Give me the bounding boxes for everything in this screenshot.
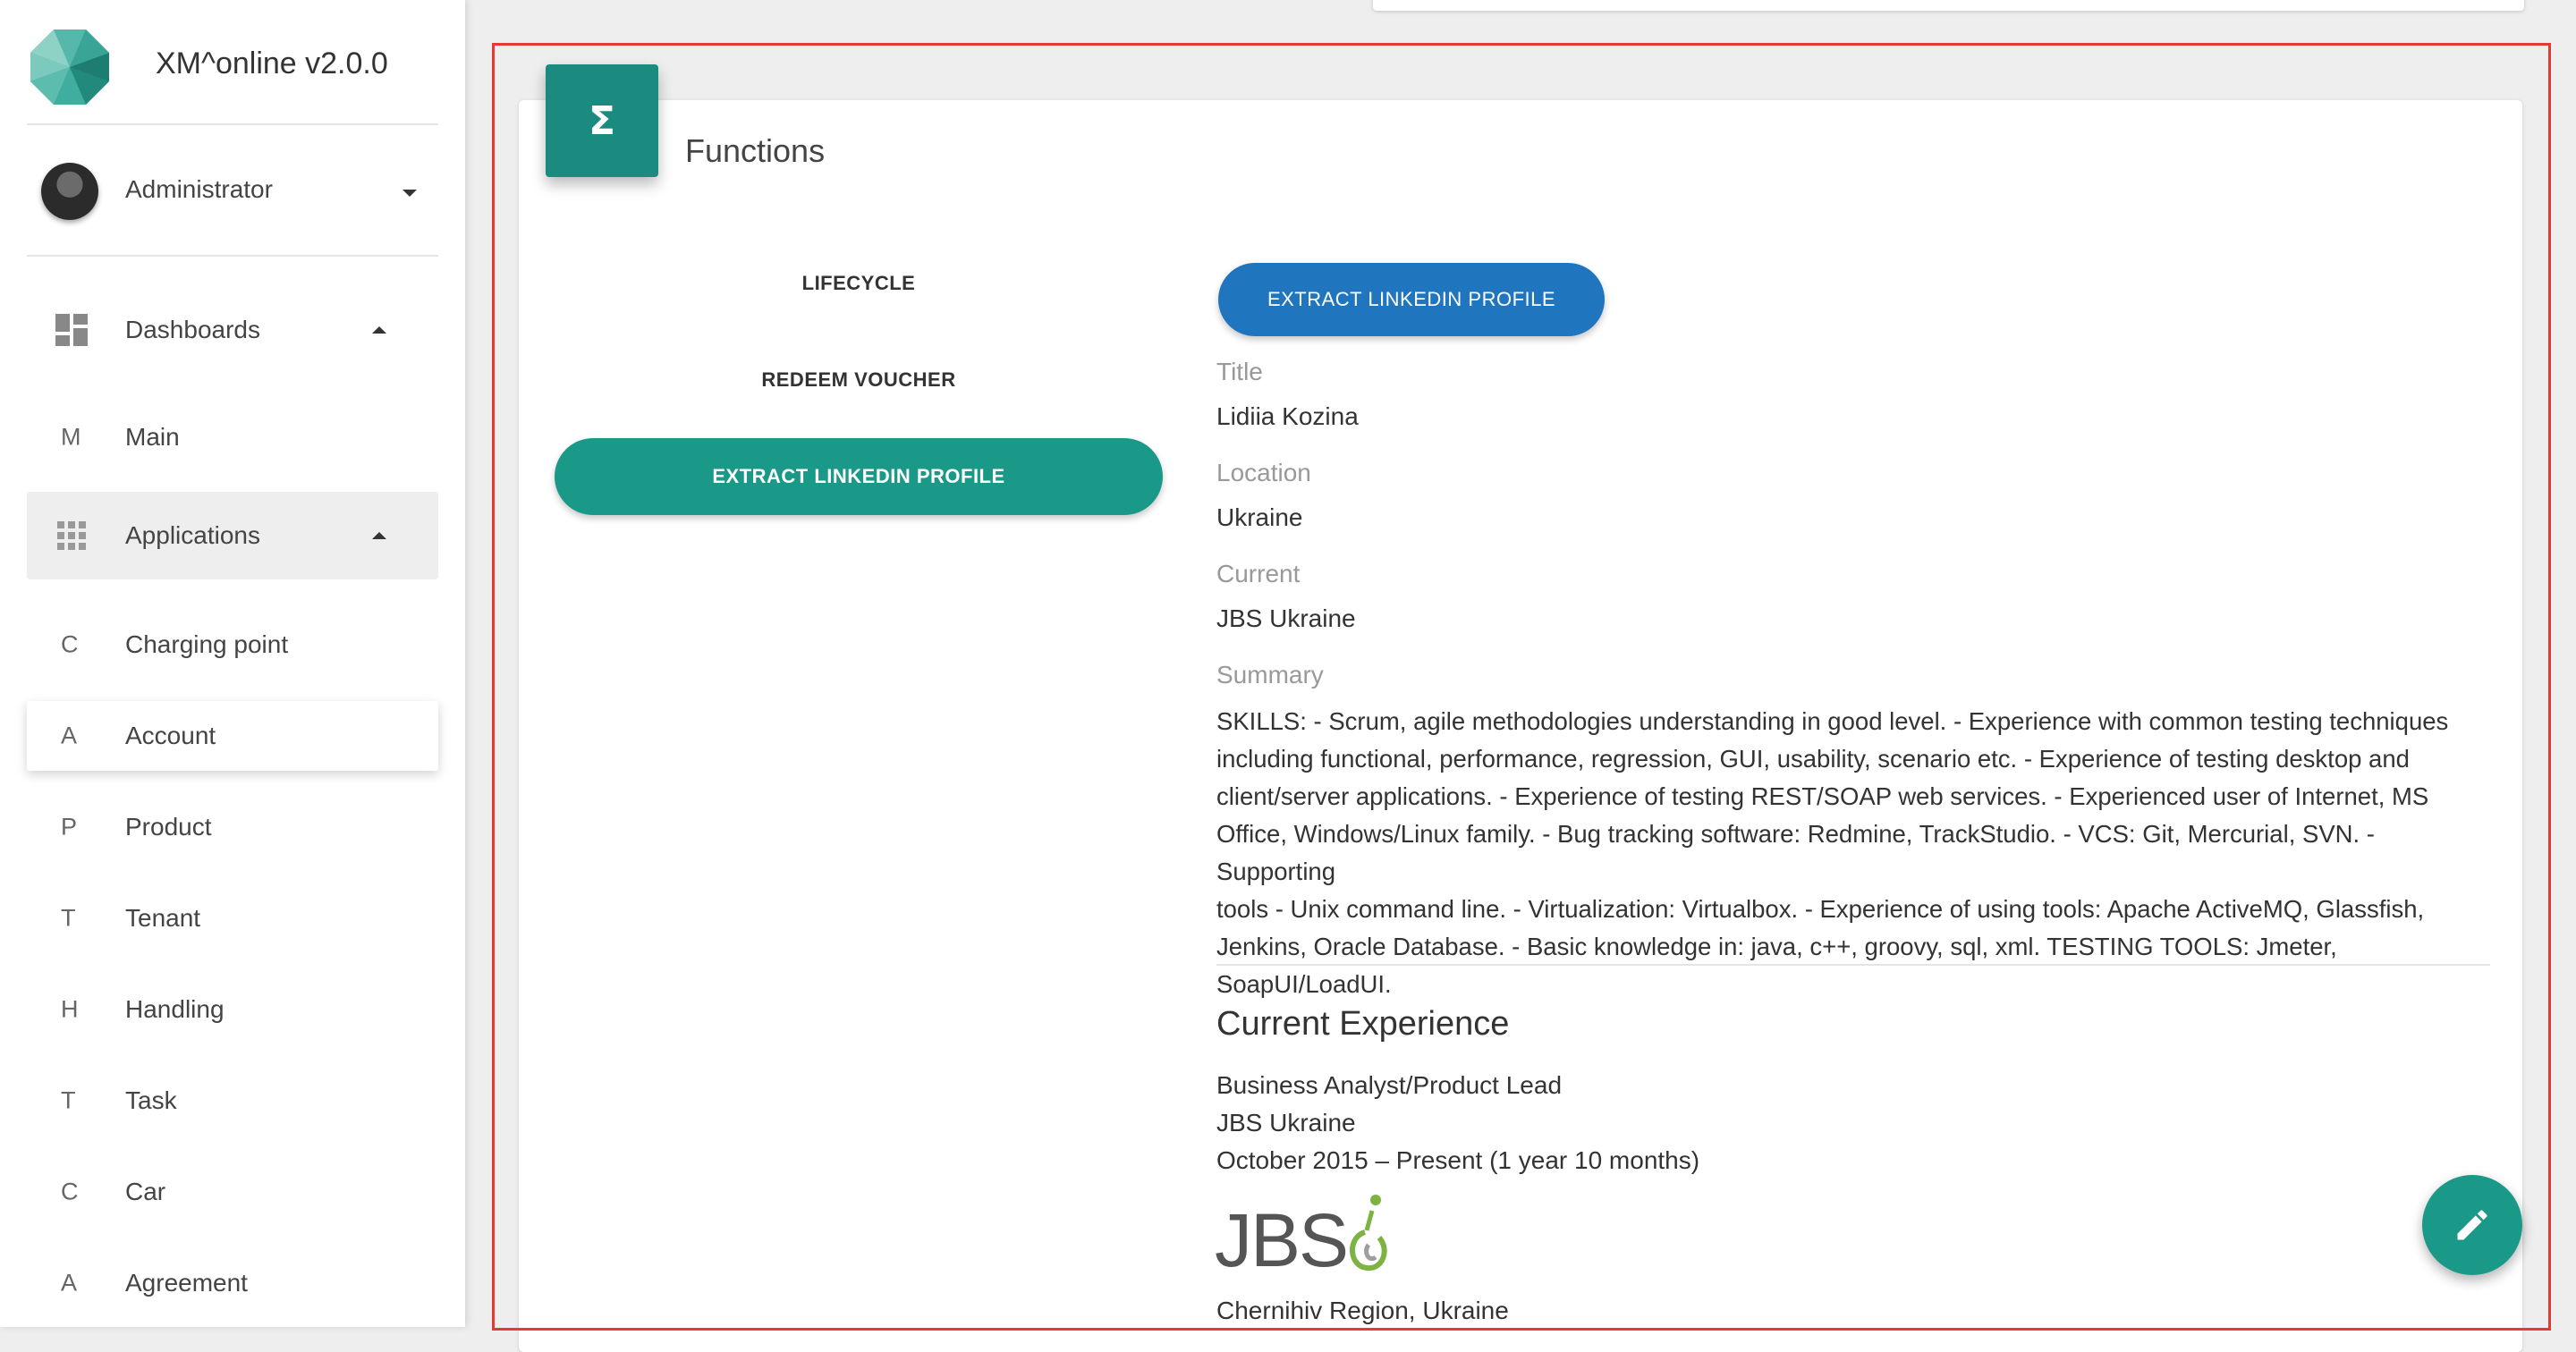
sidebar-item-label: Dashboards	[125, 316, 260, 343]
sidebar-item-letter: A	[61, 722, 78, 749]
sidebar-item-letter: M	[61, 423, 81, 451]
sidebar-item-task[interactable]: T Task	[27, 1057, 438, 1145]
sidebar-item-letter: T	[61, 904, 76, 932]
previous-card	[1373, 0, 2524, 11]
sidebar-item-tenant[interactable]: T Tenant	[27, 875, 438, 962]
sidebar-item-letter: H	[61, 995, 79, 1023]
sidebar-divider	[27, 255, 438, 257]
sidebar-item-account[interactable]: A Account	[27, 701, 438, 771]
avatar	[41, 163, 98, 220]
user-name: Administrator	[125, 175, 273, 203]
sidebar-item-label: Charging point	[125, 630, 289, 658]
sidebar-divider	[27, 123, 438, 125]
sidebar-item-dashboards[interactable]: Dashboards	[27, 286, 438, 374]
sidebar-item-label: Product	[125, 813, 212, 841]
xm-logo-icon	[30, 30, 109, 105]
chevron-up-icon	[372, 532, 386, 539]
chevron-down-icon	[402, 190, 417, 197]
pencil-icon	[2457, 1210, 2487, 1240]
app-title: XM^online v2.0.0	[156, 46, 388, 80]
sidebar-item-letter: C	[61, 1178, 79, 1205]
sidebar-item-label: Applications	[125, 521, 260, 549]
apps-grid-icon	[57, 521, 86, 550]
sidebar-item-label: Agreement	[125, 1269, 248, 1297]
dashboard-icon	[55, 314, 88, 346]
sidebar-item-label: Tenant	[125, 904, 201, 932]
sidebar-item-letter: T	[61, 1086, 76, 1114]
sidebar: XM^online v2.0.0 Administrator Dashboard…	[0, 0, 465, 1327]
user-menu[interactable]: Administrator	[27, 154, 438, 231]
sidebar-item-label: Account	[125, 722, 216, 749]
highlight-frame	[492, 43, 2551, 1331]
sidebar-item-main[interactable]: M Main	[27, 393, 438, 481]
sidebar-item-charging-point[interactable]: C Charging point	[27, 601, 438, 689]
sidebar-item-applications[interactable]: Applications	[27, 492, 438, 579]
sidebar-item-label: Car	[125, 1178, 166, 1205]
chevron-up-icon	[372, 326, 386, 334]
edit-fab-button[interactable]	[2422, 1175, 2522, 1275]
sidebar-item-product[interactable]: P Product	[27, 783, 438, 871]
sidebar-item-letter: C	[61, 630, 79, 658]
sidebar-item-agreement[interactable]: A Agreement	[27, 1239, 438, 1327]
sidebar-item-label: Task	[125, 1086, 177, 1114]
brand[interactable]: XM^online v2.0.0	[27, 27, 438, 127]
sidebar-item-handling[interactable]: H Handling	[27, 966, 438, 1053]
sidebar-item-letter: P	[61, 813, 78, 841]
sidebar-item-car[interactable]: C Car	[27, 1148, 438, 1236]
sidebar-item-letter: A	[61, 1269, 78, 1297]
sidebar-item-label: Main	[125, 423, 180, 451]
sidebar-item-label: Handling	[125, 995, 225, 1023]
